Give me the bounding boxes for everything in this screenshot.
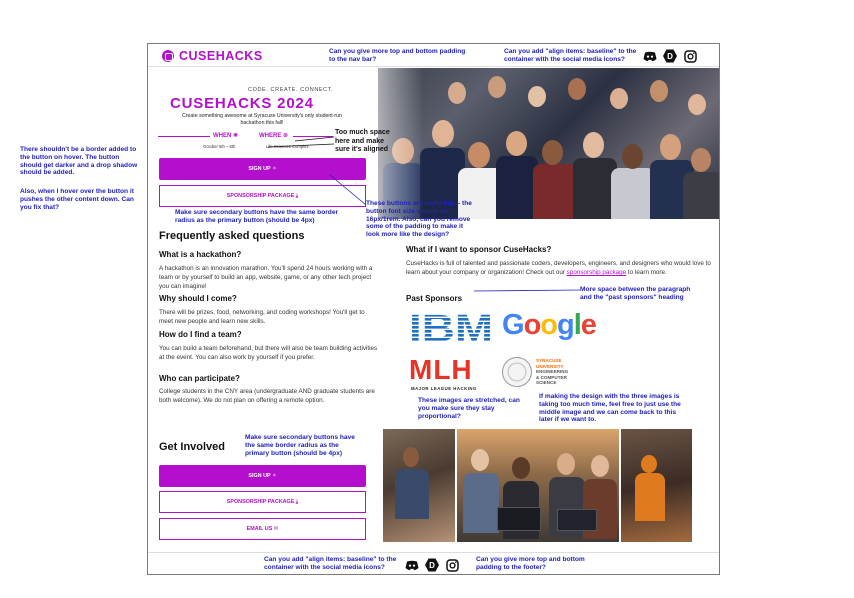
sparkle-icon: ✧: [272, 473, 277, 479]
location-icon: ⊛: [283, 133, 289, 139]
note-three-images: If making the design with the three imag…: [539, 393, 681, 424]
mlh-logo-subtext: MAJOR LEAGUE HACKING: [411, 386, 477, 391]
note-nav-align: Can you add "align items: baseline" to t…: [504, 48, 637, 63]
sponsorship-package-button[interactable]: SPONSORSHIP PACKAGE ⤓: [159, 491, 366, 513]
download-icon: ⤓: [295, 192, 299, 199]
brand-name: CUSEHACKS: [179, 49, 263, 63]
instagram-icon[interactable]: [683, 49, 697, 63]
faq-answer: You can build a team beforehand, but the…: [159, 345, 378, 361]
note-hover-push: Also, when I hover over the button it pu…: [20, 188, 134, 211]
instagram-icon[interactable]: [445, 558, 459, 572]
cusehacks-logo-icon: [162, 50, 174, 62]
footer-social-icons: D: [405, 558, 459, 572]
where-label: WHERE ⊛: [259, 133, 289, 139]
note-stretched: These images are stretched, can you make…: [418, 397, 520, 420]
note-secondary-radius-bottom: Make sure secondary buttons have the sam…: [245, 434, 355, 457]
university-seal: [502, 357, 532, 387]
brand-logo[interactable]: CUSEHACKS: [162, 49, 263, 63]
download-icon: ⤓: [295, 498, 299, 505]
faq-answer: There will be prizes, food, networking, …: [159, 309, 365, 325]
note-hover-border: There shouldn't be a border added to the…: [20, 146, 138, 177]
where-value: Life Sciences Complex: [266, 144, 309, 149]
note-footer-align: Can you add "align items: baseline" to t…: [264, 556, 397, 571]
su-logo-line: SCIENCE: [536, 380, 557, 385]
email-us-button[interactable]: EMAIL US ✉: [159, 518, 366, 540]
sparkle-icon: ✧: [272, 166, 277, 172]
past-sponsors-heading: Past Sponsors: [406, 294, 463, 303]
when-label: WHEN ✺: [213, 133, 239, 139]
note-secondary-radius-top: Make sure secondary buttons have the sam…: [175, 209, 339, 224]
nav-social-icons: D: [643, 49, 697, 63]
faq-answer: College students in the CNY area (underg…: [159, 388, 375, 404]
sponsorship-package-link[interactable]: sponsorship package: [567, 269, 627, 276]
hero-subtitle: Create something awesome at Syracuse Uni…: [182, 113, 342, 126]
footer: D: [148, 552, 719, 574]
hero-tagline: CODE. CREATE. CONNECT.: [248, 87, 334, 93]
website-mockup: CUSEHACKS D CODE. CREATE. CONNECT. CUSEH…: [147, 43, 720, 575]
ibm-logo-text: IBM: [409, 310, 493, 344]
note-nav-padding: Can you give more top and bottom padding…: [329, 48, 466, 63]
note-footer-padding: Can you give more top and bottom padding…: [476, 556, 585, 571]
review-canvas: CUSEHACKS D CODE. CREATE. CONNECT. CUSEH…: [0, 0, 854, 598]
note-buttons-big: These buttons are really big— the button…: [366, 200, 472, 239]
devpost-icon[interactable]: D: [663, 49, 677, 63]
svg-text:D: D: [667, 52, 673, 61]
divider-line: [293, 136, 333, 137]
mlh-logo: MLH MAJOR LEAGUE HACKING: [409, 355, 489, 395]
event-photo-right: [621, 429, 692, 542]
sign-up-button[interactable]: SIGN UP ✧: [159, 465, 366, 487]
mlh-logo-text: MLH: [409, 354, 473, 385]
ibm-logo: IBM: [409, 310, 493, 344]
hero-title: CUSEHACKS 2024: [170, 95, 314, 112]
faq-heading: Frequently asked questions: [159, 230, 305, 242]
event-photo-middle: [457, 429, 619, 542]
svg-text:D: D: [429, 561, 435, 570]
faq-question: How do I find a team?: [159, 330, 242, 339]
mail-icon: ✉: [273, 526, 279, 532]
faq-answer: A hackathon is an innovation marathon. Y…: [159, 265, 373, 290]
devpost-icon[interactable]: D: [425, 558, 439, 572]
get-involved-heading: Get Involved: [159, 441, 226, 453]
syracuse-engineering-logo: SYRACUSE UNIVERSITY ENGINEERING & COMPUT…: [502, 357, 592, 391]
hero-group-photo: [378, 68, 719, 219]
sponsor-heading: What if I want to sponsor CuseHacks?: [406, 245, 552, 254]
faq-question: Who can participate?: [159, 374, 240, 383]
discord-icon[interactable]: [405, 558, 419, 572]
sign-up-button[interactable]: SIGN UP ✧: [159, 158, 366, 180]
sponsor-paragraph: CuseHacks is full of talented and passio…: [406, 260, 711, 276]
sparkle-icon: ✺: [233, 133, 239, 139]
faq-question: Why should I come?: [159, 294, 237, 303]
su-logo-line: ENGINEERING: [536, 369, 569, 374]
sponsorship-package-button[interactable]: SPONSORSHIP PACKAGE ⤓: [159, 185, 366, 207]
discord-icon[interactable]: [643, 49, 657, 63]
when-value: October 5th – 6th: [203, 144, 236, 149]
event-photo-left: [383, 429, 455, 542]
divider-line: [158, 136, 210, 137]
note-too-much-space: Too much space here and make sure it's a…: [335, 129, 390, 153]
note-more-space: More space between the paragraph and the…: [580, 286, 691, 301]
faq-question: What is a hackathon?: [159, 250, 242, 259]
google-logo: Google: [502, 309, 597, 341]
